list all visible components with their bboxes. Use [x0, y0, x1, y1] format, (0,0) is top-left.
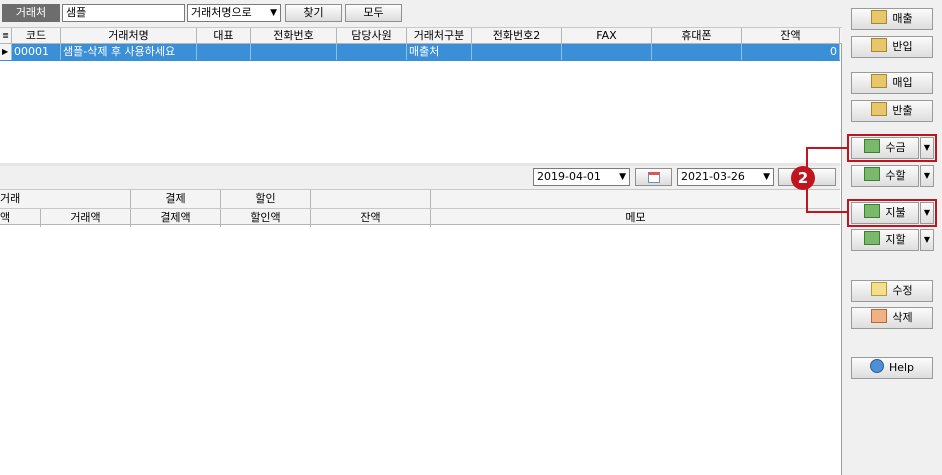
find-button[interactable]: 찾기	[285, 4, 342, 22]
col-code[interactable]: 코드	[12, 28, 61, 44]
money-icon	[864, 167, 881, 181]
return-in-label: 반입	[892, 40, 913, 53]
date-to-picker[interactable]: 2021-03-26 ▼	[677, 168, 774, 186]
col-settlement-amount[interactable]: 결제액	[131, 209, 221, 227]
money-icon	[864, 231, 881, 245]
main-panel	[0, 0, 842, 475]
search-field-select-value: 거래처명으로	[191, 6, 252, 19]
calendar-button[interactable]	[635, 168, 672, 186]
col-name[interactable]: 거래처명	[61, 28, 197, 44]
pencil-icon	[871, 282, 888, 296]
collect-discount-label: 수할	[885, 169, 906, 182]
collect-highlight-box	[847, 134, 937, 162]
payment-highlight-box	[847, 199, 937, 227]
cell-phone[interactable]	[251, 44, 337, 60]
col-amount[interactable]: 액	[0, 209, 41, 227]
collect-discount-button[interactable]: 수할	[851, 165, 919, 187]
return-out-label: 반출	[892, 104, 913, 117]
cell-mobile[interactable]	[652, 44, 742, 60]
customer-search-input[interactable]: 샘플	[62, 4, 185, 22]
annotation-connector	[806, 211, 848, 213]
payment-discount-button[interactable]: 지할	[851, 229, 919, 251]
col-balance[interactable]: 잔액	[742, 28, 840, 44]
cell-name[interactable]: 샘플-삭제 후 사용하세요	[61, 44, 197, 60]
payment-discount-dropdown[interactable]: ▼	[920, 229, 934, 251]
edit-label: 수정	[892, 284, 913, 297]
group-discount: 할인	[221, 190, 311, 208]
chevron-down-icon: ▼	[763, 172, 770, 182]
cell-fax[interactable]	[562, 44, 652, 60]
col-phone[interactable]: 전화번호	[251, 28, 337, 44]
group-trade: 거래	[0, 190, 131, 208]
col-mobile[interactable]: 휴대폰	[652, 28, 742, 44]
chevron-down-icon: ▼	[619, 172, 626, 182]
box-icon	[871, 38, 888, 52]
purchase-label: 매입	[892, 76, 913, 89]
chevron-down-icon: ▼	[270, 8, 277, 18]
purchase-button[interactable]: 매입	[851, 72, 933, 94]
ledger-grid-header: 거래 결제 할인 액 거래액 결제액 할인액 잔액 메모	[0, 189, 840, 227]
row-indicator-icon: ▶	[0, 44, 12, 60]
grid-menu-icon[interactable]: ≣	[0, 28, 12, 44]
box-icon	[871, 102, 888, 116]
delete-button[interactable]: 삭제	[851, 307, 933, 329]
box-icon	[871, 74, 888, 88]
group-settlement: 결제	[131, 190, 221, 208]
cell-phone2[interactable]	[472, 44, 562, 60]
col-fax[interactable]: FAX	[562, 28, 652, 44]
col-discount-amount[interactable]: 할인액	[221, 209, 311, 227]
cell-code[interactable]: 00001	[12, 44, 61, 60]
customer-grid-header: ≣ 코드 거래처명 대표 전화번호 담당사원 거래처구분 전화번호2 FAX 휴…	[0, 27, 842, 44]
chevron-down-icon: ▼	[923, 235, 931, 244]
sales-label: 매출	[892, 12, 913, 25]
return-in-button[interactable]: 반입	[851, 36, 933, 58]
table-row[interactable]: ▶ 00001 샘플-삭제 후 사용하세요 매출처 0	[0, 44, 840, 61]
annotation-badge: 2	[791, 166, 815, 190]
calendar-icon	[647, 172, 660, 183]
help-icon	[869, 359, 884, 373]
col-rep[interactable]: 대표	[197, 28, 251, 44]
cell-balance[interactable]: 0	[742, 44, 840, 60]
sales-button[interactable]: 매출	[851, 8, 933, 30]
group-blank	[311, 190, 431, 208]
cell-type[interactable]: 매출처	[407, 44, 472, 60]
customer-label: 거래처	[2, 4, 60, 22]
annotation-connector	[806, 147, 848, 149]
delete-label: 삭제	[892, 311, 913, 324]
date-from-picker[interactable]: 2019-04-01 ▼	[533, 168, 630, 186]
show-all-button[interactable]: 모두	[345, 4, 402, 22]
payment-discount-label: 지할	[885, 233, 906, 246]
help-button[interactable]: Help	[851, 357, 933, 379]
col-ledger-balance[interactable]: 잔액	[311, 209, 431, 227]
col-phone2[interactable]: 전화번호2	[472, 28, 562, 44]
search-field-select[interactable]: 거래처명으로 ▼	[187, 4, 281, 22]
col-staff[interactable]: 담당사원	[337, 28, 407, 44]
date-from-value: 2019-04-01	[537, 170, 601, 183]
delete-icon	[871, 309, 888, 323]
help-label: Help	[888, 361, 915, 374]
edit-button[interactable]: 수정	[851, 280, 933, 302]
cell-staff[interactable]	[337, 44, 407, 60]
cell-rep[interactable]	[197, 44, 251, 60]
chevron-down-icon: ▼	[923, 171, 931, 180]
date-to-value: 2021-03-26	[681, 170, 745, 183]
col-memo[interactable]: 메모	[431, 209, 840, 227]
col-trade-amount[interactable]: 거래액	[41, 209, 131, 227]
col-type[interactable]: 거래처구분	[407, 28, 472, 44]
return-out-button[interactable]: 반출	[851, 100, 933, 122]
box-icon	[871, 10, 888, 24]
collect-discount-dropdown[interactable]: ▼	[920, 165, 934, 187]
